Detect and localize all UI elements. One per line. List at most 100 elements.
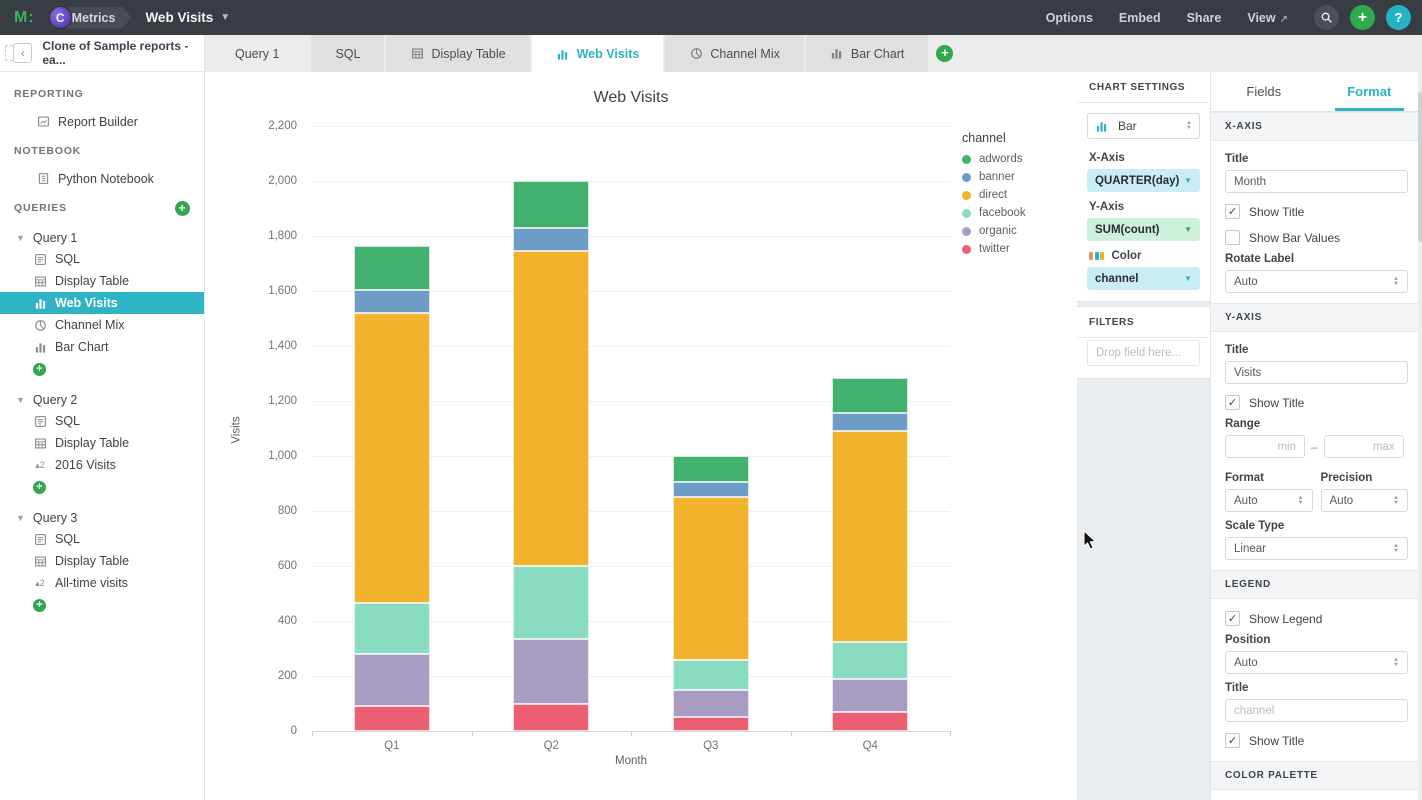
add-chart-button[interactable]: + — [33, 480, 46, 494]
legend-item-facebook[interactable]: facebook — [962, 207, 1026, 219]
sidebar-item-sql[interactable]: SQL — [0, 528, 204, 550]
scrollbar-track[interactable] — [1418, 72, 1422, 800]
breadcrumb-page-title[interactable]: Web Visits — [145, 10, 213, 25]
range-min-input[interactable] — [1225, 435, 1305, 458]
sidebar-item-sql[interactable]: SQL — [0, 248, 204, 270]
legend-show-title-checkbox-row[interactable]: ✓ Show Title — [1225, 733, 1408, 748]
options-button[interactable]: Options — [1046, 11, 1093, 25]
sidebar-item-sql[interactable]: SQL — [0, 410, 204, 432]
legend-position-select[interactable]: Auto ▲ ▼ — [1225, 651, 1408, 674]
tab-channel-mix[interactable]: Channel Mix — [665, 35, 804, 72]
tab-bar-chart[interactable]: Bar Chart — [805, 35, 929, 72]
search-button[interactable] — [1314, 5, 1339, 30]
color-field-pill[interactable]: channel ▼ — [1087, 267, 1200, 290]
x-axis-field-pill[interactable]: QUARTER(day) ▼ — [1087, 169, 1200, 192]
legend-item-adwords[interactable]: adwords — [962, 153, 1026, 165]
tab-display-table[interactable]: Display Table — [386, 35, 530, 72]
checkbox-icon[interactable] — [1225, 230, 1240, 245]
sidebar-item-all-time-visits[interactable]: ▴2 All-time visits — [0, 572, 204, 594]
checkbox-icon[interactable]: ✓ — [1225, 733, 1240, 748]
legend-title-input[interactable] — [1225, 699, 1408, 722]
y-axis-field-pill[interactable]: SUM(count) ▼ — [1087, 218, 1200, 241]
mode-logo[interactable]: M: — [14, 9, 35, 27]
sidebar-item-python-notebook[interactable]: Python Notebook — [0, 168, 204, 189]
bar-segment-q1-banner[interactable] — [353, 289, 430, 313]
view-button[interactable]: View ↗ — [1247, 11, 1288, 25]
caret-down-icon[interactable]: ▼ — [16, 513, 25, 523]
bar-segment-q2-banner[interactable] — [513, 227, 590, 252]
caret-down-icon[interactable]: ▼ — [16, 395, 25, 405]
bar-segment-q2-facebook[interactable] — [513, 566, 590, 639]
bar-segment-q3-direct[interactable] — [672, 497, 749, 660]
bar-segment-q2-organic[interactable] — [513, 638, 590, 704]
bar-segment-q1-facebook[interactable] — [353, 603, 430, 654]
scale-type-select[interactable]: Linear ▲ ▼ — [1225, 537, 1408, 560]
rotate-label-select[interactable]: Auto ▲ ▼ — [1225, 270, 1408, 293]
query-group-query-1[interactable]: ▼ Query 1 — [0, 227, 204, 248]
query-group-query-3[interactable]: ▼ Query 3 — [0, 507, 204, 528]
bar-segment-q3-banner[interactable] — [672, 482, 749, 498]
bar-segment-q3-facebook[interactable] — [672, 659, 749, 690]
sidebar-item-display-table[interactable]: Display Table — [0, 432, 204, 454]
add-query-button[interactable]: + — [175, 200, 190, 216]
sidebar-item-web-visits[interactable]: Web Visits — [0, 292, 204, 314]
sidebar-item-display-table[interactable]: Display Table — [0, 550, 204, 572]
caret-down-icon[interactable]: ▼ — [16, 233, 25, 243]
x-show-bar-values-checkbox-row[interactable]: Show Bar Values — [1225, 230, 1408, 245]
bar-segment-q1-twitter[interactable] — [353, 706, 430, 731]
x-show-title-checkbox-row[interactable]: ✓ Show Title — [1225, 204, 1408, 219]
tab-query-1[interactable]: Query 1 — [205, 35, 309, 72]
new-report-button[interactable]: + — [1350, 5, 1375, 30]
bar-segment-q1-direct[interactable] — [353, 313, 430, 604]
sidebar-item-report-builder[interactable]: Report Builder — [0, 111, 204, 132]
bar-segment-q1-adwords[interactable] — [353, 245, 430, 290]
bar-segment-q4-banner[interactable] — [832, 413, 909, 432]
legend-item-twitter[interactable]: twitter — [962, 243, 1026, 255]
chevron-down-icon[interactable]: ▼ — [220, 12, 230, 23]
show-legend-checkbox-row[interactable]: ✓ Show Legend — [1225, 611, 1408, 626]
bar-segment-q2-direct[interactable] — [513, 251, 590, 566]
add-tab-button[interactable]: + — [936, 45, 954, 62]
tab-sql[interactable]: SQL — [311, 35, 385, 72]
sidebar-item-2016-visits[interactable]: ▴2 2016 Visits — [0, 454, 204, 476]
x-title-input[interactable] — [1225, 170, 1408, 193]
tab-web-visits[interactable]: Web Visits — [531, 35, 664, 73]
add-chart-button[interactable]: + — [33, 362, 46, 376]
filters-drop-field[interactable] — [1087, 340, 1200, 366]
bar-segment-q3-adwords[interactable] — [672, 456, 749, 483]
checkbox-icon[interactable]: ✓ — [1225, 611, 1240, 626]
y-title-input[interactable] — [1225, 361, 1408, 384]
embed-button[interactable]: Embed — [1119, 11, 1161, 25]
workspace-avatar[interactable]: C — [48, 6, 72, 29]
bar-segment-q4-organic[interactable] — [832, 678, 909, 712]
tab-format[interactable]: Format — [1317, 72, 1422, 111]
sidebar-item-channel-mix[interactable]: Channel Mix — [0, 314, 204, 336]
bar-segment-q4-direct[interactable] — [832, 431, 909, 642]
legend-item-banner[interactable]: banner — [962, 171, 1026, 183]
checkbox-icon[interactable]: ✓ — [1225, 395, 1240, 410]
legend-item-direct[interactable]: direct — [962, 189, 1026, 201]
sidebar-item-display-table[interactable]: Display Table — [0, 270, 204, 292]
share-button[interactable]: Share — [1187, 11, 1222, 25]
bar-segment-q3-organic[interactable] — [672, 689, 749, 718]
bar-segment-q3-twitter[interactable] — [672, 717, 749, 731]
bar-segment-q2-twitter[interactable] — [513, 703, 590, 731]
sidebar-item-bar-chart[interactable]: Bar Chart — [0, 336, 204, 358]
bar-segment-q4-facebook[interactable] — [832, 641, 909, 679]
collapse-sidebar-button[interactable]: ‹ — [13, 43, 33, 63]
checkbox-icon[interactable]: ✓ — [1225, 204, 1240, 219]
format-select[interactable]: Auto ▲ ▼ — [1225, 489, 1313, 512]
y-show-title-checkbox-row[interactable]: ✓ Show Title — [1225, 395, 1408, 410]
range-max-input[interactable] — [1323, 435, 1404, 458]
legend-item-organic[interactable]: organic — [962, 225, 1026, 237]
help-button[interactable]: ? — [1386, 5, 1411, 30]
add-chart-button[interactable]: + — [33, 598, 46, 612]
bar-segment-q4-twitter[interactable] — [832, 711, 909, 731]
bar-segment-q4-adwords[interactable] — [832, 377, 909, 414]
bar-segment-q1-organic[interactable] — [353, 654, 430, 707]
tab-fields[interactable]: Fields — [1211, 72, 1317, 111]
query-group-query-2[interactable]: ▼ Query 2 — [0, 389, 204, 410]
precision-select[interactable]: Auto ▲ ▼ — [1320, 489, 1408, 512]
chart-type-select[interactable]: Bar ▲ ▼ — [1087, 113, 1200, 139]
bar-segment-q2-adwords[interactable] — [513, 181, 590, 228]
